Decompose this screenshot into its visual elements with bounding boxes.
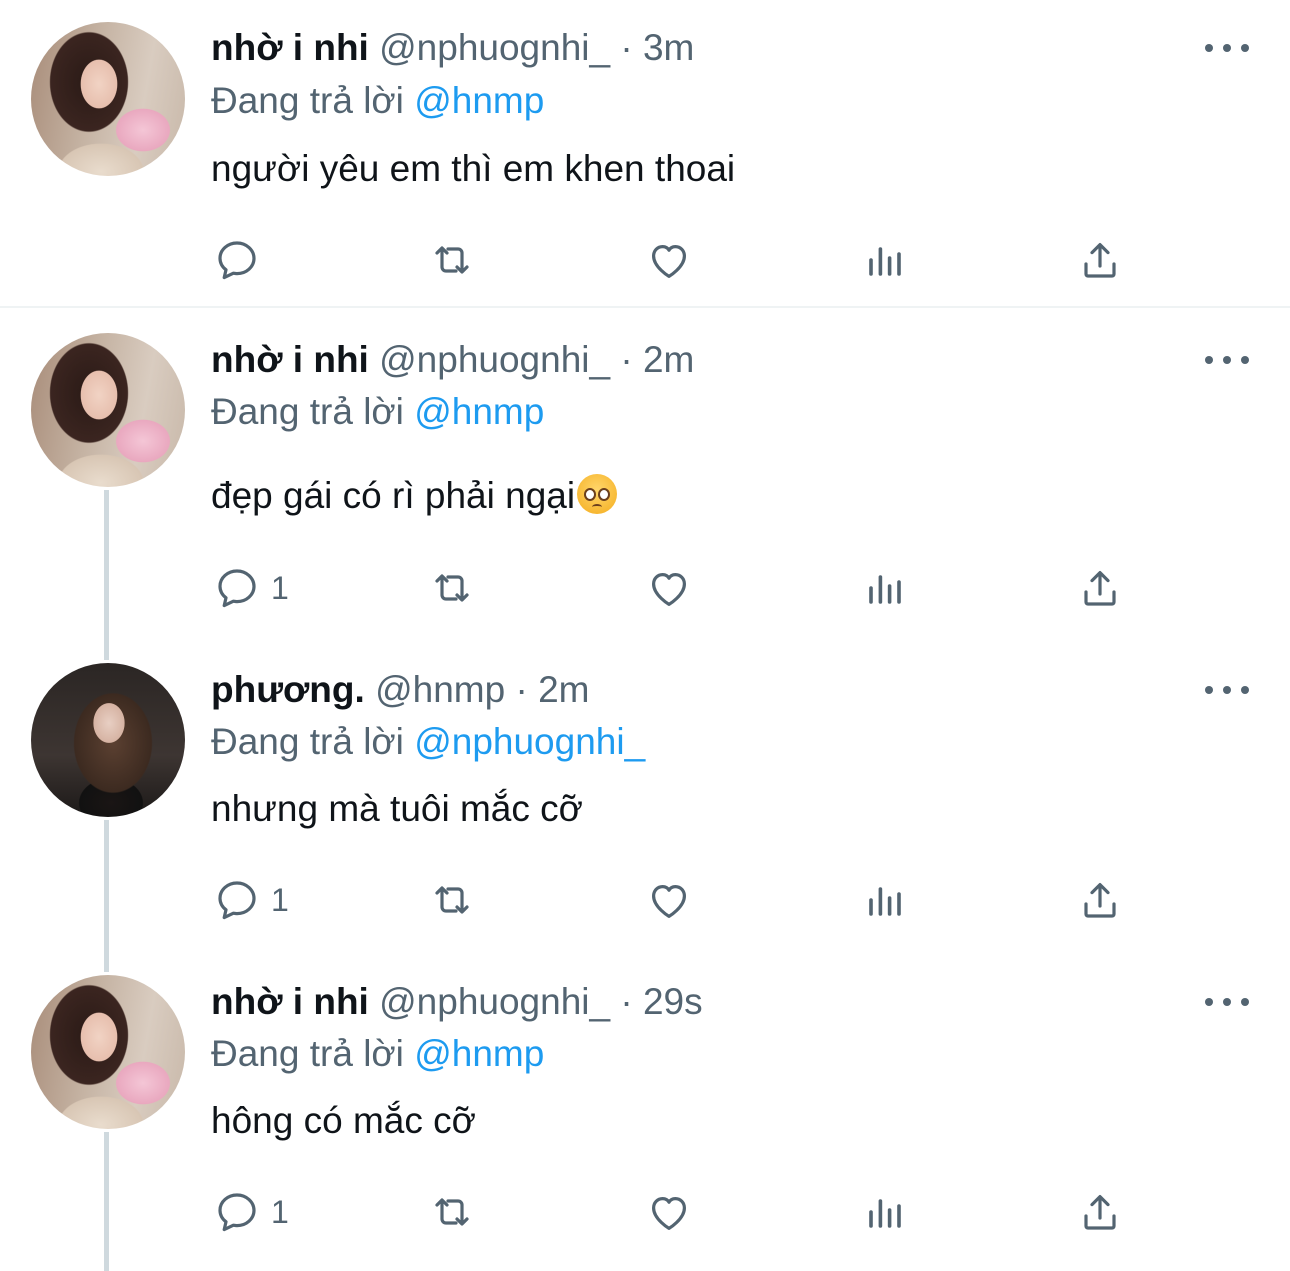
more-icon[interactable] xyxy=(1205,680,1249,700)
share-button[interactable] xyxy=(1076,1187,1124,1237)
timestamp[interactable]: · 3m xyxy=(620,27,694,68)
avatar[interactable] xyxy=(31,333,185,487)
retweet-icon xyxy=(435,886,469,914)
reply-count: 1 xyxy=(271,881,289,918)
tweet[interactable]: nhờ i nhi @nphuognhi_ · 3m Đang trả lời … xyxy=(0,0,1290,306)
retweet-button[interactable] xyxy=(428,875,476,925)
display-name[interactable]: nhờ i nhi xyxy=(211,339,369,380)
display-name[interactable]: phương. xyxy=(211,669,365,710)
tweet-text-content: đẹp gái có rì phải ngại xyxy=(211,475,576,516)
replying-to-label: Đang trả lời xyxy=(211,1033,404,1074)
tweet-text: người yêu em thì em khen thoai xyxy=(211,148,736,189)
more-icon[interactable] xyxy=(1205,992,1249,1012)
avatar[interactable] xyxy=(31,663,185,817)
pleading-face-emoji xyxy=(577,474,618,514)
reply-icon xyxy=(218,881,256,920)
action-bar: 1 xyxy=(0,875,1290,925)
tweet[interactable]: phương. @hnmp · 2m Đang trả lời @nphuogn… xyxy=(0,638,1290,950)
views-icon xyxy=(869,575,901,604)
like-icon xyxy=(652,245,686,278)
share-button[interactable] xyxy=(1076,235,1124,285)
like-button[interactable] xyxy=(645,235,693,285)
replying-to: Đang trả lời @hnmp xyxy=(211,1032,544,1076)
mention-link[interactable]: @hnmp xyxy=(414,1033,544,1074)
user-handle[interactable]: @nphuognhi_ xyxy=(379,27,610,68)
tweet-text: hông có mắc cỡ xyxy=(211,1100,476,1141)
replying-to-label: Đang trả lời xyxy=(211,721,404,762)
views-button[interactable] xyxy=(861,235,909,285)
reply-icon xyxy=(218,569,256,608)
share-icon xyxy=(1084,571,1116,606)
retweet-button[interactable] xyxy=(428,235,476,285)
reply-button[interactable]: 1 xyxy=(213,1187,289,1237)
tweet-header: nhờ i nhi @nphuognhi_ · 2m xyxy=(211,338,694,382)
tweet-header: phương. @hnmp · 2m xyxy=(211,668,589,712)
reply-button[interactable]: 1 xyxy=(213,875,289,925)
reply-icon xyxy=(218,1193,256,1232)
views-icon xyxy=(869,887,901,916)
replying-to: Đang trả lời @hnmp xyxy=(211,79,544,123)
tweet-header: nhờ i nhi @nphuognhi_ · 29s xyxy=(211,980,703,1024)
action-bar xyxy=(0,235,1290,285)
reply-count: 1 xyxy=(271,1193,289,1230)
like-button[interactable] xyxy=(645,1187,693,1237)
share-icon xyxy=(1084,1195,1116,1230)
tweet-text: đẹp gái có rì phải ngại xyxy=(211,473,618,519)
mention-link[interactable]: @nphuognhi_ xyxy=(414,721,645,762)
tweet-text: nhưng mà tuôi mắc cỡ xyxy=(211,788,583,829)
user-handle[interactable]: @hnmp xyxy=(375,669,505,710)
tweet-header: nhờ i nhi @nphuognhi_ · 3m xyxy=(211,26,694,70)
user-handle[interactable]: @nphuognhi_ xyxy=(379,339,610,380)
reply-icon xyxy=(218,241,256,280)
display-name[interactable]: nhờ i nhi xyxy=(211,27,369,68)
replying-to: Đang trả lời @hnmp xyxy=(211,390,544,434)
action-bar: 1 xyxy=(0,563,1290,613)
mention-link[interactable]: @hnmp xyxy=(414,391,544,432)
retweet-button[interactable] xyxy=(428,563,476,613)
reply-button[interactable]: 1 xyxy=(213,563,289,613)
views-button[interactable] xyxy=(861,875,909,925)
retweet-icon xyxy=(435,574,469,602)
timestamp[interactable]: · 2m xyxy=(515,669,589,710)
display-name[interactable]: nhờ i nhi xyxy=(211,981,369,1022)
views-button[interactable] xyxy=(861,1187,909,1237)
reply-button[interactable] xyxy=(213,235,271,285)
more-icon[interactable] xyxy=(1205,350,1249,370)
avatar[interactable] xyxy=(31,975,185,1129)
reply-count: 1 xyxy=(271,569,289,606)
views-icon xyxy=(869,1199,901,1228)
views-button[interactable] xyxy=(861,563,909,613)
share-button[interactable] xyxy=(1076,563,1124,613)
action-bar: 1 xyxy=(0,1187,1290,1237)
more-icon[interactable] xyxy=(1205,38,1249,58)
tweet[interactable]: nhờ i nhi @nphuognhi_ · 29s Đang trả lời… xyxy=(0,950,1290,1271)
like-icon xyxy=(652,885,686,918)
tweet[interactable]: nhờ i nhi @nphuognhi_ · 2m Đang trả lời … xyxy=(0,308,1290,638)
replying-to-label: Đang trả lời xyxy=(211,391,404,432)
replying-to: Đang trả lời @nphuognhi_ xyxy=(211,720,645,764)
like-icon xyxy=(652,573,686,606)
retweet-button[interactable] xyxy=(428,1187,476,1237)
like-button[interactable] xyxy=(645,875,693,925)
share-icon xyxy=(1084,243,1116,278)
views-icon xyxy=(869,247,901,276)
mention-link[interactable]: @hnmp xyxy=(414,80,544,121)
retweet-icon xyxy=(435,1198,469,1226)
timestamp[interactable]: · 2m xyxy=(620,339,694,380)
timestamp[interactable]: · 29s xyxy=(620,981,702,1022)
user-handle[interactable]: @nphuognhi_ xyxy=(379,981,610,1022)
share-button[interactable] xyxy=(1076,875,1124,925)
avatar[interactable] xyxy=(31,22,185,176)
retweet-icon xyxy=(435,246,469,274)
share-icon xyxy=(1084,883,1116,918)
like-icon xyxy=(652,1197,686,1230)
replying-to-label: Đang trả lời xyxy=(211,80,404,121)
like-button[interactable] xyxy=(645,563,693,613)
